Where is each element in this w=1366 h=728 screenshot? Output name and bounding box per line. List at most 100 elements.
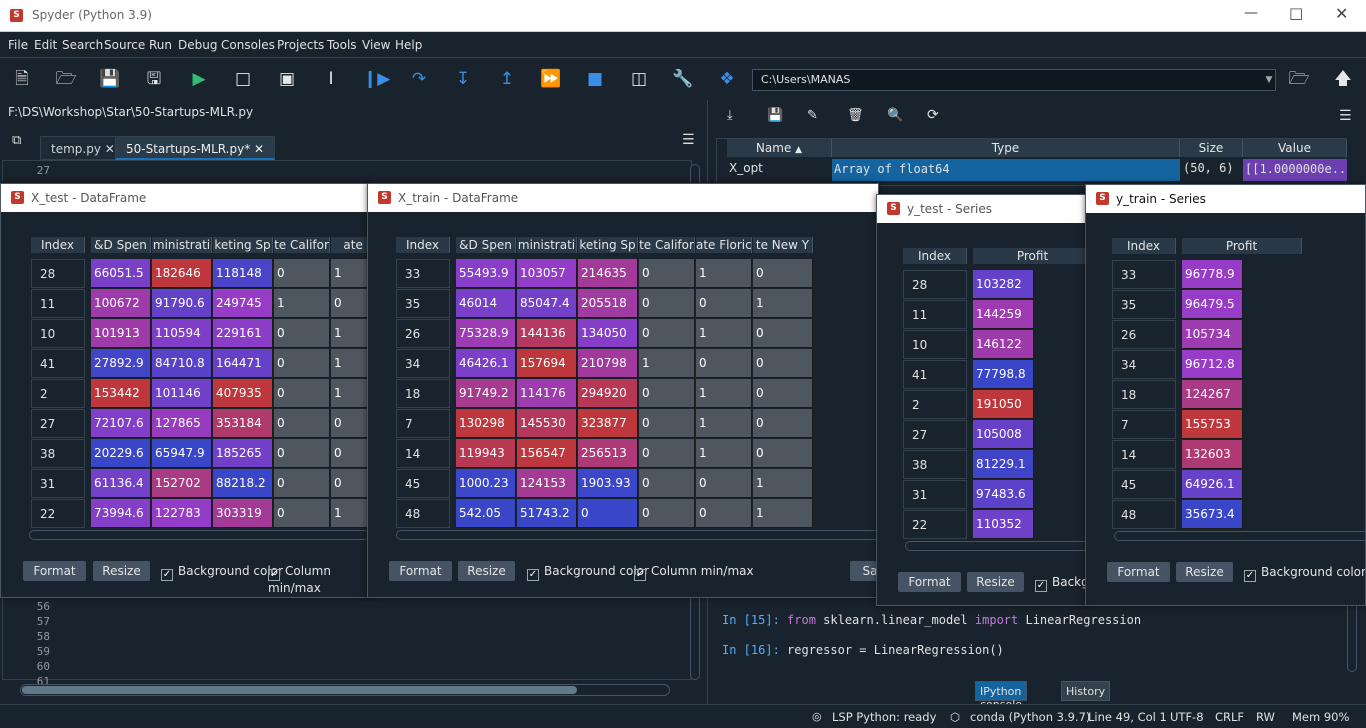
row-index[interactable]: 26 xyxy=(1112,320,1176,349)
table-cell[interactable]: 0 xyxy=(753,439,813,468)
python-path-icon[interactable]: ❖ xyxy=(715,67,739,91)
format-button[interactable]: Format xyxy=(898,572,961,592)
table-cell[interactable]: 114176 xyxy=(517,379,577,408)
table-cell[interactable]: 191050 xyxy=(973,390,1034,419)
table-cell[interactable]: 0 xyxy=(696,499,752,528)
row-index[interactable]: 45 xyxy=(396,469,450,498)
run-cell-advance-icon[interactable]: ▣ xyxy=(275,67,299,91)
menu-debug[interactable]: Debug xyxy=(178,38,217,52)
table-cell[interactable]: 144259 xyxy=(973,300,1034,329)
open-folder-icon[interactable]: 🗁 xyxy=(54,67,78,91)
row-index[interactable]: 7 xyxy=(1112,410,1176,439)
table-cell[interactable]: 0 xyxy=(753,349,813,378)
chevron-down-icon[interactable]: ▼ xyxy=(1262,70,1276,90)
table-cell[interactable]: 103057 xyxy=(517,259,577,288)
step-icon[interactable]: ↷ xyxy=(407,67,431,91)
row-index[interactable]: 18 xyxy=(396,379,450,408)
debug-icon[interactable]: ❙▶ xyxy=(363,67,390,91)
table-cell[interactable]: 46426.1 xyxy=(456,349,516,378)
background-color-checkbox[interactable]: ✓ Backgr xyxy=(1035,575,1087,592)
table-cell[interactable]: 75328.9 xyxy=(456,319,516,348)
table-cell[interactable]: 185265 xyxy=(213,439,273,468)
table-cell[interactable]: 0 xyxy=(639,289,695,318)
table-cell[interactable]: 101146 xyxy=(152,379,212,408)
table-cell[interactable]: 132603 xyxy=(1182,440,1243,469)
column-minmax-checkbox[interactable]: ✓ Column min/max xyxy=(268,564,371,595)
row-index[interactable]: 27 xyxy=(903,420,967,449)
var-size[interactable]: (50, 6) xyxy=(1183,161,1234,175)
var-name[interactable]: X_opt xyxy=(729,161,763,175)
row-index[interactable]: 14 xyxy=(396,439,450,468)
row-index[interactable]: 31 xyxy=(903,480,967,509)
table-cell[interactable]: 0 xyxy=(696,349,752,378)
menu-source[interactable]: Source xyxy=(104,38,145,52)
table-cell[interactable]: 91790.6 xyxy=(152,289,212,318)
table-cell[interactable]: 1 xyxy=(274,289,330,318)
table-cell[interactable]: 0 xyxy=(331,409,371,438)
row-index[interactable]: 38 xyxy=(903,450,967,479)
table-cell[interactable]: 294920 xyxy=(578,379,638,408)
table-cell[interactable]: 124153 xyxy=(517,469,577,498)
table-cell[interactable]: 303319 xyxy=(213,499,273,528)
menu-edit[interactable]: Edit xyxy=(34,38,57,52)
background-color-checkbox[interactable]: ✓ Background color xyxy=(1244,565,1365,582)
browse-tabs-icon[interactable]: ⧉ xyxy=(12,133,21,148)
table-cell[interactable]: 0 xyxy=(696,469,752,498)
table-cell[interactable]: 84710.8 xyxy=(152,349,212,378)
table-cell[interactable]: 0 xyxy=(696,289,752,318)
index-header[interactable]: Index xyxy=(903,248,967,264)
row-index[interactable]: 27 xyxy=(31,409,85,438)
table-cell[interactable]: 127865 xyxy=(152,409,212,438)
row-index[interactable]: 35 xyxy=(1112,290,1176,319)
row-index[interactable]: 2 xyxy=(31,379,85,408)
index-header[interactable]: Index xyxy=(1112,238,1176,254)
close-tab-icon[interactable]: ✕ xyxy=(105,142,115,156)
row-index[interactable]: 10 xyxy=(903,330,967,359)
table-cell[interactable]: 210798 xyxy=(578,349,638,378)
table-cell[interactable]: 153442 xyxy=(91,379,151,408)
menu-consoles[interactable]: Consoles xyxy=(221,38,275,52)
table-cell[interactable]: 1 xyxy=(753,469,813,498)
col-header-type[interactable]: Type xyxy=(832,139,1180,157)
menu-view[interactable]: View xyxy=(362,38,390,52)
table-cell[interactable]: 110594 xyxy=(152,319,212,348)
table-cell[interactable]: 146122 xyxy=(973,330,1034,359)
table-cell[interactable]: 0 xyxy=(274,439,330,468)
table-cell[interactable]: 0 xyxy=(639,379,695,408)
run-selection-icon[interactable]: I xyxy=(319,67,343,91)
row-index[interactable]: 28 xyxy=(903,270,967,299)
table-cell[interactable]: 35673.4 xyxy=(1182,500,1243,529)
tab-50-startups[interactable]: 50-Startups-MLR.py* ✕ xyxy=(115,136,276,160)
table-cell[interactable]: 96479.5 xyxy=(1182,290,1243,319)
col-header-name[interactable]: Name ▲ xyxy=(727,139,832,157)
row-index[interactable]: 34 xyxy=(1112,350,1176,379)
checkbox-box[interactable]: ✓ xyxy=(1035,580,1047,592)
table-cell[interactable]: 205518 xyxy=(578,289,638,318)
close-tab-icon[interactable]: ✕ xyxy=(254,142,264,156)
row-index[interactable]: 11 xyxy=(31,289,85,318)
table-cell[interactable]: 64926.1 xyxy=(1182,470,1243,499)
table-cell[interactable]: 88218.2 xyxy=(213,469,273,498)
save-data-icon[interactable]: 💾 xyxy=(767,108,783,123)
column-header[interactable]: Profit xyxy=(1182,238,1302,254)
table-cell[interactable]: 353184 xyxy=(213,409,273,438)
column-header[interactable]: ate Floric xyxy=(696,237,752,253)
table-cell[interactable]: 20229.6 xyxy=(91,439,151,468)
menu-run[interactable]: Run xyxy=(149,38,172,52)
table-cell[interactable]: 119943 xyxy=(456,439,516,468)
tab-temp[interactable]: temp.py ✕ xyxy=(40,136,126,160)
table-cell[interactable]: 55493.9 xyxy=(456,259,516,288)
step-return-icon[interactable]: ↥ xyxy=(495,67,519,91)
col-header-size[interactable]: Size xyxy=(1180,139,1243,157)
table-cell[interactable]: 407935 xyxy=(213,379,273,408)
table-cell[interactable]: 105734 xyxy=(1182,320,1243,349)
save-button[interactable]: Sa xyxy=(850,561,878,581)
hscrollbar[interactable] xyxy=(29,530,369,540)
table-cell[interactable]: 110352 xyxy=(973,510,1034,539)
row-index[interactable]: 11 xyxy=(903,300,967,329)
checkbox-box[interactable]: ✓ xyxy=(634,569,646,581)
column-header[interactable]: ministrati xyxy=(517,237,577,253)
python-env[interactable]: conda (Python 3.9.7) xyxy=(970,710,1090,724)
table-cell[interactable]: 0 xyxy=(274,469,330,498)
table-cell[interactable]: 134050 xyxy=(578,319,638,348)
